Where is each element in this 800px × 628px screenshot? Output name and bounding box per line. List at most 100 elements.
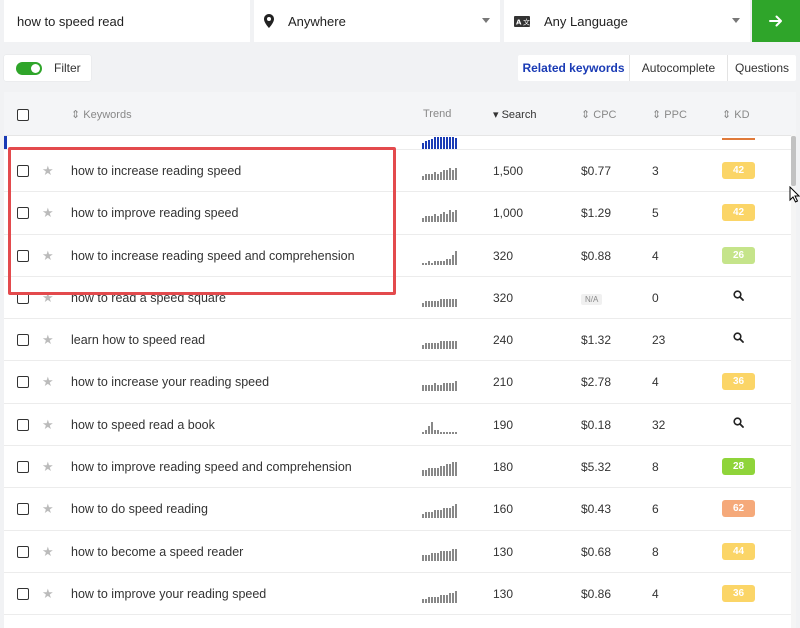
kd-bar-partial: [722, 138, 755, 140]
keyword-text[interactable]: how to become a speed reader: [71, 545, 243, 559]
previous-row-partial: [4, 136, 796, 150]
search-volume: 180: [493, 460, 514, 475]
trend-sparkline: [422, 249, 462, 265]
chevron-down-icon: [732, 18, 740, 23]
row-checkbox[interactable]: [17, 249, 29, 262]
keyword-text[interactable]: how to improve reading speed: [71, 206, 238, 220]
kd-badge: 28: [722, 458, 755, 476]
selection-marker: [4, 136, 7, 149]
cpc-value: $0.86: [581, 586, 612, 601]
search-icon[interactable]: [733, 332, 744, 346]
language-select[interactable]: A 文 Any Language: [504, 0, 750, 42]
star-icon[interactable]: ★: [42, 248, 54, 264]
header-search[interactable]: ▾ Search: [493, 108, 536, 121]
search-submit-button[interactable]: [752, 0, 800, 42]
table-row[interactable]: ★ how to speed read a book 190 $0.18 32: [4, 404, 796, 447]
row-checkbox[interactable]: [17, 545, 29, 558]
scrollbar[interactable]: [791, 134, 796, 628]
chevron-down-icon: [482, 18, 490, 23]
ppc-value: 23: [652, 333, 666, 348]
header-keywords[interactable]: ⇕ Keywords: [71, 108, 132, 121]
star-icon[interactable]: ★: [42, 459, 54, 475]
row-checkbox[interactable]: [17, 334, 29, 347]
search-icon[interactable]: [733, 417, 744, 431]
keyword-text[interactable]: how to read a speed square: [71, 291, 226, 305]
trend-sparkline: [422, 333, 462, 350]
cpc-value: $0.68: [581, 544, 612, 559]
kd-badge: 26: [722, 246, 755, 264]
table-row[interactable]: ★ how to increase reading speed and compr…: [4, 235, 796, 277]
trend-sparkline: [422, 418, 462, 434]
ppc-value: 4: [652, 248, 659, 263]
search-volume: 320: [493, 290, 514, 305]
ppc-value: 3: [652, 164, 659, 178]
row-checkbox[interactable]: [17, 376, 29, 389]
table-row[interactable]: ★ learn how to speed read 240 $1.32 23: [4, 319, 796, 362]
search-icon[interactable]: [733, 290, 744, 304]
star-icon[interactable]: ★: [42, 290, 54, 306]
translate-icon: A 文: [514, 15, 530, 27]
search-volume: 130: [493, 586, 514, 601]
table-row[interactable]: ★ how to do speed reading 160 $0.43 6 62: [4, 488, 796, 531]
tab-autocomplete[interactable]: Autocomplete: [629, 55, 727, 81]
trend-sparkline: [422, 587, 462, 603]
keyword-text[interactable]: how to speed read a book: [71, 418, 215, 432]
select-all-checkbox[interactable]: [17, 109, 29, 121]
search-volume: 210: [493, 375, 514, 390]
table-row[interactable]: ★ how to improve your reading speed 130 $0.…: [4, 573, 796, 616]
star-icon[interactable]: ★: [42, 205, 54, 221]
row-checkbox[interactable]: [17, 461, 29, 474]
kd-badge: 42: [722, 204, 755, 222]
trend-sparkline: [422, 545, 462, 561]
search-input[interactable]: how to speed read: [4, 0, 250, 42]
row-checkbox[interactable]: [17, 291, 29, 304]
star-icon[interactable]: ★: [42, 332, 54, 348]
cpc-value: $1.29: [581, 206, 612, 221]
row-checkbox[interactable]: [17, 418, 29, 431]
star-icon[interactable]: ★: [42, 417, 54, 433]
keyword-text[interactable]: how to increase your reading speed: [71, 375, 269, 389]
cpc-value: $0.43: [581, 502, 612, 517]
table-row[interactable]: ★ how to read a speed square 320 N/A 0: [4, 277, 796, 320]
filter-toggle[interactable]: Filter: [4, 55, 91, 81]
location-select[interactable]: Anywhere: [254, 0, 500, 42]
keyword-text[interactable]: how to increase reading speed: [71, 164, 241, 178]
search-volume: 160: [493, 502, 514, 517]
keyword-text[interactable]: how to improve your reading speed: [71, 587, 266, 601]
row-checkbox[interactable]: [17, 587, 29, 600]
star-icon[interactable]: ★: [42, 374, 54, 390]
star-icon[interactable]: ★: [42, 501, 54, 517]
header-trend: Trend: [423, 108, 452, 120]
kd-badge: 36: [722, 584, 755, 602]
search-volume: 190: [493, 417, 514, 432]
tab-questions[interactable]: Questions: [727, 55, 796, 81]
table-row[interactable]: ★ how to become a speed reader 130 $0.68 8 44: [4, 531, 796, 573]
row-checkbox[interactable]: [17, 165, 29, 177]
toggle-switch[interactable]: [16, 61, 42, 75]
table-row[interactable]: ★ how to improve reading speed and compre…: [4, 446, 796, 489]
header-ppc[interactable]: ⇕ PPC: [652, 108, 687, 121]
keywords-table: ⇕ Keywords Trend ▾ Search ⇕ CPC ⇕ PPC ⇕ …: [4, 92, 796, 628]
table-row[interactable]: ★ how to increase your reading speed 210 $2…: [4, 361, 796, 404]
row-checkbox[interactable]: [17, 207, 29, 220]
header-kd[interactable]: ⇕ KD: [722, 108, 750, 121]
ppc-value: 5: [652, 206, 659, 221]
keyword-text[interactable]: how to improve reading speed and compreh…: [71, 460, 352, 474]
cpc-value: $5.32: [581, 460, 612, 475]
keyword-text[interactable]: how to do speed reading: [71, 502, 208, 516]
table-row[interactable]: ★ how to increase reading speed 1,500 $0.77…: [4, 150, 796, 193]
table-body: ★ how to increase reading speed 1,500 $0.77…: [4, 150, 796, 616]
header-cpc[interactable]: ⇕ CPC: [581, 108, 617, 121]
star-icon[interactable]: ★: [42, 586, 54, 602]
star-icon[interactable]: ★: [42, 163, 54, 179]
location-value: Anywhere: [288, 13, 346, 29]
keyword-text[interactable]: learn how to speed read: [71, 333, 205, 347]
star-icon[interactable]: ★: [42, 544, 54, 560]
tab-related-keywords[interactable]: Related keywords: [518, 55, 629, 81]
table-row[interactable]: ★ how to improve reading speed 1,000 $1.29 5…: [4, 192, 796, 235]
ppc-value: 4: [652, 586, 659, 601]
trend-sparkline: [422, 460, 462, 477]
keyword-text[interactable]: how to increase reading speed and compre…: [71, 249, 355, 263]
row-checkbox[interactable]: [17, 503, 29, 516]
scrollbar-thumb[interactable]: [791, 136, 796, 186]
